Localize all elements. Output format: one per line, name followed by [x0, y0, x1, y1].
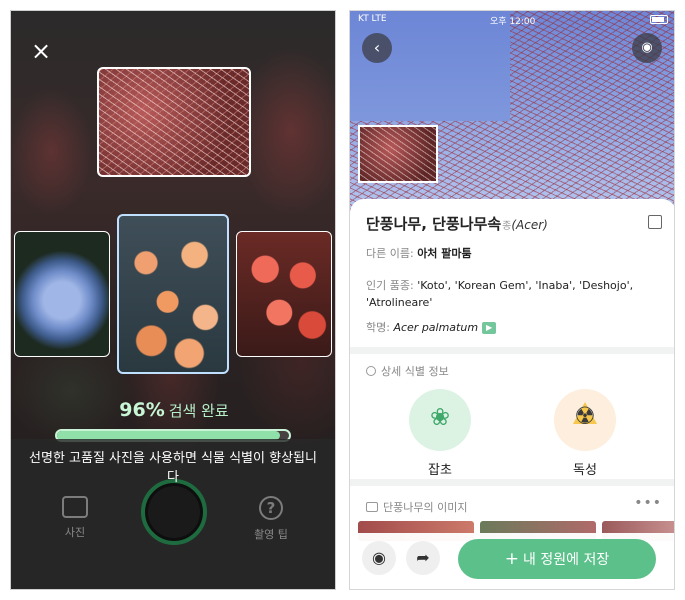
edit-icon[interactable]	[648, 215, 662, 229]
shutter-button[interactable]	[141, 479, 207, 545]
close-icon[interactable]: ×	[29, 39, 53, 63]
more-icon[interactable]: •••	[634, 495, 662, 511]
progress-percent: 96%	[119, 399, 165, 421]
scanner-screen: × 96% 검색 완료 사진 ? 촬영 팁 선명한 고품질 사진을 사용하면 식물…	[10, 10, 336, 590]
candidate-image-hydrangea	[14, 231, 110, 357]
photo-button[interactable]: 사진	[45, 496, 105, 540]
save-to-garden-button[interactable]: + 내 정원에 저장	[458, 539, 656, 579]
warning-triangle	[573, 402, 597, 424]
save-button-label: 내 정원에 저장	[523, 552, 610, 568]
toxicity-label: 독성	[573, 463, 597, 478]
plant-title: 단풍나무, 단풍나무속종(Acer)	[366, 215, 548, 233]
toxicity-feature[interactable]: 독성	[550, 389, 620, 478]
candidate-image-maple	[97, 67, 251, 177]
battery-icon	[650, 15, 668, 24]
plus-icon: +	[504, 549, 520, 569]
plant-genus: 단풍나무속	[432, 215, 502, 233]
cultivars: 인기 품종: 'Koto', 'Korean Gem', 'Inaba', 'D…	[366, 277, 662, 311]
grass-icon	[409, 389, 471, 451]
images-section-header: 단풍나무의 이미지	[366, 499, 467, 515]
other-names-label: 다른 이름:	[366, 247, 414, 260]
tips-label: 촬영 팁	[254, 528, 288, 541]
image-icon	[366, 502, 378, 512]
user-photo-thumbnail[interactable]	[358, 125, 438, 183]
clock: 오후 12:00	[490, 17, 536, 27]
weed-label: 잡초	[428, 463, 452, 478]
speaker-icon[interactable]: ▶	[482, 322, 497, 334]
status-bar: KT LTE 오후 12:00	[350, 11, 674, 29]
detail-section-title: 상세 식별 정보	[381, 365, 449, 378]
photo-label: 사진	[64, 526, 86, 539]
other-names: 다른 이름: 아처 팔마툼	[366, 245, 472, 261]
progress-label: 검색 완료	[168, 402, 229, 420]
divider	[350, 479, 674, 486]
photo-icon	[62, 496, 88, 518]
scientific-value: Acer palmatum	[393, 321, 479, 334]
scientific-name: 학명: Acer palmatum ▶	[366, 319, 497, 335]
result-screen: KT LTE 오후 12:00 ‹ ◉ 단풍나무, 단풍나무속종(Acer) 다…	[349, 10, 675, 590]
plant-name: 단풍나무	[366, 215, 422, 233]
images-section-title: 단풍나무의 이미지	[383, 501, 468, 514]
detail-section-header: 상세 식별 정보	[366, 363, 449, 379]
weed-feature[interactable]: 잡초	[405, 389, 475, 478]
camera-icon[interactable]: ◉	[362, 541, 396, 575]
divider	[350, 347, 674, 354]
back-icon[interactable]: ‹	[362, 33, 392, 63]
cultivars-label: 인기 품종:	[366, 279, 414, 292]
help-icon: ?	[259, 496, 283, 520]
progress-status: 96% 검색 완료	[11, 399, 335, 421]
camera-icon[interactable]: ◉	[632, 33, 662, 63]
action-bar: ◉ ➦ + 내 정원에 저장	[350, 533, 674, 589]
plant-rank: 종	[502, 221, 512, 232]
canvas: × 96% 검색 완료 사진 ? 촬영 팁 선명한 고품질 사진을 사용하면 식물…	[0, 0, 685, 600]
search-icon	[366, 366, 376, 376]
carrier: KT LTE	[358, 14, 387, 24]
candidate-image-begonia-selected	[117, 214, 229, 374]
tip-text: 선명한 고품질 사진을 사용하면 식물 식별이 향상됩니다	[29, 451, 317, 485]
toxic-icon	[554, 389, 616, 451]
plant-latin: (Acer)	[511, 218, 548, 232]
result-card: 단풍나무, 단풍나무속종(Acer) 다른 이름: 아처 팔마툼 인기 품종: …	[350, 199, 674, 589]
share-icon[interactable]: ➦	[406, 541, 440, 575]
candidate-image-red-flower	[236, 231, 332, 357]
tips-button[interactable]: ? 촬영 팁	[241, 496, 301, 542]
other-names-value: 아처 팔마툼	[417, 247, 472, 260]
scientific-label: 학명:	[366, 321, 390, 334]
